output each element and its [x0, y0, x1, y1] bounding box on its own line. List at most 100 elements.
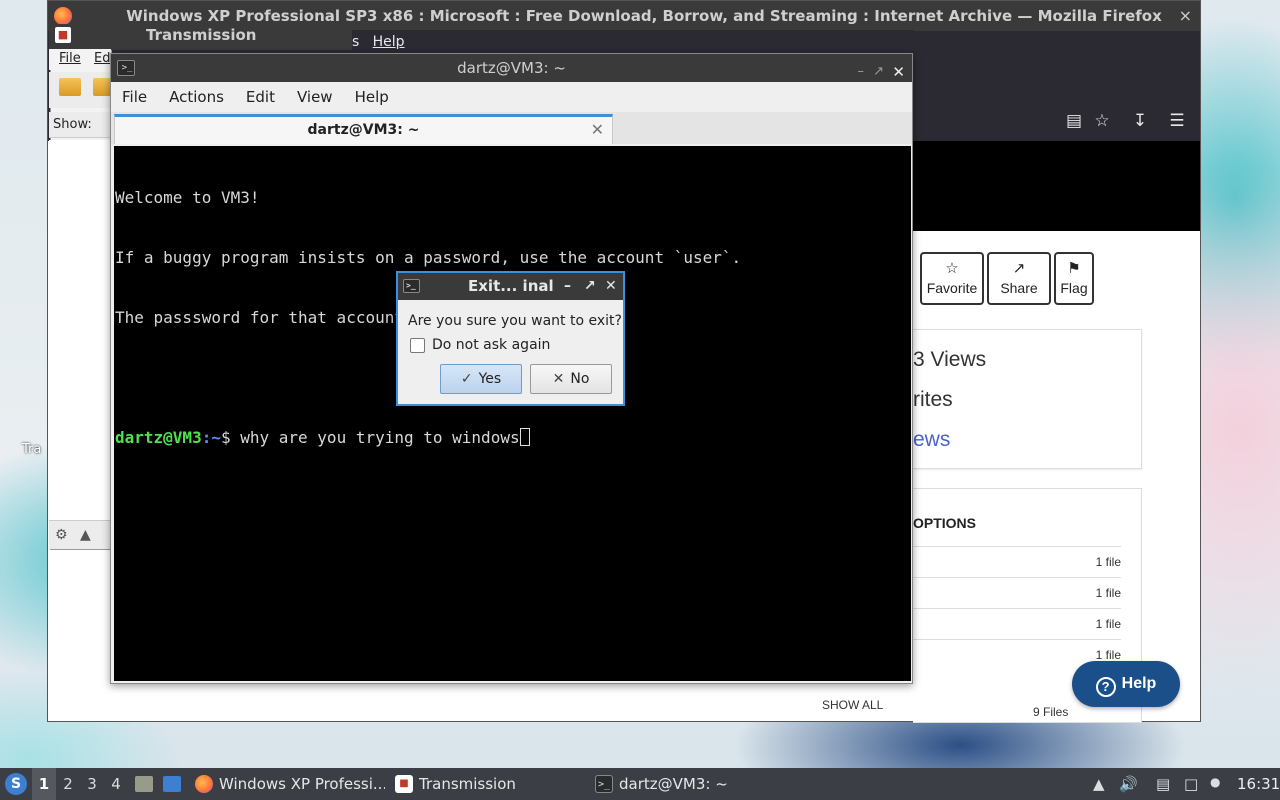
transmission-icon: ■	[55, 27, 71, 43]
workspace-2[interactable]: 2	[56, 768, 80, 800]
terminal-icon: >_	[117, 60, 135, 76]
transmission-menubar-right: s Help	[352, 30, 914, 54]
show-all-link[interactable]: SHOW ALL	[822, 698, 883, 712]
no-button[interactable]: ✕ No	[530, 364, 612, 394]
taskbar: S 1 2 3 4 Windows XP Professi... ■ Trans…	[0, 768, 1280, 800]
terminal-tab[interactable]: dartz@VM3: ~ ✕	[114, 114, 613, 144]
help-button[interactable]: ? Help	[1072, 661, 1180, 707]
terminal-window-title: dartz@VM3: ~	[457, 59, 566, 77]
menu-help[interactable]: Help	[344, 82, 400, 112]
transmission-titlebar[interactable]: ■ Transmission	[49, 24, 352, 50]
download-row[interactable]: 1 file	[913, 546, 1121, 577]
open-folder-icon[interactable]	[59, 78, 81, 96]
do-not-ask-label[interactable]: Do not ask again	[432, 337, 550, 353]
hamburger-menu-icon[interactable]: ☰	[1167, 111, 1187, 131]
transmission-menu-file[interactable]: File	[59, 51, 81, 66]
transmission-menubar: File Ed	[49, 49, 111, 70]
workspace-1[interactable]: 1	[32, 768, 56, 800]
volume-icon[interactable]: 🔊	[1119, 775, 1138, 793]
transmission-menu-edit[interactable]: Ed	[94, 51, 110, 66]
transmission-statusbar: ⚙ ▲	[49, 520, 111, 549]
prompt-symbol: $	[220, 428, 241, 447]
question-icon: ?	[1095, 677, 1116, 697]
help-label: Help	[1121, 675, 1157, 692]
preferences-gear-icon[interactable]: ⚙	[55, 527, 68, 543]
firefox-close-button[interactable]: ×	[1179, 6, 1192, 25]
terminal-tabbar: dartz@VM3: ~ ✕	[111, 112, 912, 144]
views-count: 3 Views	[913, 348, 987, 371]
clock[interactable]: 16:31	[1237, 768, 1280, 800]
yes-button[interactable]: ✓ Yes	[440, 364, 522, 394]
flag-label: Flag	[1060, 280, 1088, 296]
dialog-titlebar[interactable]: >_ Exit... inal – ↗ ✕	[398, 273, 623, 300]
terminal-line: If a buggy program insists on a password…	[115, 248, 742, 267]
file-count: 9 Files	[1033, 705, 1069, 719]
show-filter-label: Show:	[53, 117, 92, 132]
favorites-count: rites	[913, 388, 953, 411]
flag-icon: ⚑	[1067, 260, 1081, 277]
transmission-toolbar	[49, 72, 115, 108]
flag-button[interactable]: ⚑ Flag	[1054, 252, 1094, 305]
minimize-icon[interactable]: –	[564, 273, 571, 300]
turtle-speed-icon[interactable]: ▲	[80, 527, 91, 543]
transmission-window-title: Transmission	[146, 26, 257, 44]
show-desktop-icon[interactable]	[163, 776, 181, 792]
terminal-titlebar[interactable]: >_ dartz@VM3: ~ – ↗ ✕	[111, 54, 912, 82]
menu-actions[interactable]: Actions	[158, 82, 235, 112]
task-label: Transmission	[419, 775, 516, 793]
file-manager-icon[interactable]	[135, 776, 153, 792]
tray-up-arrow-icon[interactable]: ▲	[1093, 775, 1105, 793]
do-not-ask-checkbox[interactable]	[410, 338, 425, 353]
no-label: No	[570, 371, 590, 387]
notification-icon[interactable]: ●	[1210, 775, 1220, 789]
task-terminal[interactable]: >_ dartz@VM3: ~	[593, 770, 783, 798]
transmission-icon: ■	[395, 775, 413, 793]
star-icon: ☆	[945, 260, 959, 277]
menu-edit[interactable]: Edit	[235, 82, 286, 112]
workspace-3[interactable]: 3	[80, 768, 104, 800]
torrent-list[interactable]	[49, 140, 111, 520]
transmission-menu-view-fragment[interactable]: s	[352, 34, 359, 50]
typed-command: why are you trying to windows	[240, 428, 520, 447]
firefox-window-title: Windows XP Professional SP3 x86 : Micros…	[126, 7, 1162, 25]
clipboard-icon[interactable]: □	[1184, 775, 1198, 793]
task-label: Windows XP Professi...	[219, 775, 385, 793]
desktop-icon-label[interactable]: Tra	[22, 442, 41, 457]
terminal-tab-title: dartz@VM3: ~	[307, 122, 420, 138]
terminal-output[interactable]: Welcome to VM3! If a buggy program insis…	[114, 146, 911, 681]
favorite-label: Favorite	[926, 280, 978, 296]
favorite-button[interactable]: ☆ Favorite	[920, 252, 984, 305]
reader-view-icon[interactable]: ▤	[1064, 111, 1084, 131]
terminal-prompt-line: dartz@VM3:~$ why are you trying to windo…	[115, 428, 910, 448]
download-row[interactable]: 1 file	[913, 577, 1121, 608]
menu-file[interactable]: File	[111, 82, 158, 112]
start-menu-icon[interactable]: S	[5, 773, 27, 795]
task-label: dartz@VM3: ~	[619, 775, 728, 793]
yes-label: Yes	[478, 371, 502, 387]
transmission-menu-help[interactable]: Help	[373, 34, 405, 50]
tab-close-icon[interactable]: ✕	[591, 117, 604, 143]
task-firefox[interactable]: Windows XP Professi...	[193, 770, 385, 798]
share-button[interactable]: ↗ Share	[987, 252, 1051, 305]
exit-confirm-dialog: >_ Exit... inal – ↗ ✕ Are you sure you w…	[396, 271, 625, 406]
x-icon: ✕	[552, 371, 565, 387]
check-icon: ✓	[460, 371, 473, 387]
menu-view[interactable]: View	[286, 82, 344, 112]
task-transmission[interactable]: ■ Transmission	[393, 770, 583, 798]
workspace-4[interactable]: 4	[104, 768, 128, 800]
terminal-menubar: File Actions Edit View Help	[111, 82, 912, 112]
network-icon[interactable]: ▤	[1156, 775, 1170, 793]
prompt-path: :~	[201, 428, 221, 447]
download-row[interactable]: 1 file	[913, 608, 1121, 639]
share-icon: ↗	[1012, 260, 1026, 277]
download-options-title: OPTIONS	[913, 515, 977, 531]
transmission-filter-bar: Show: A	[49, 112, 111, 161]
firefox-icon	[54, 7, 72, 25]
close-icon[interactable]: ✕	[605, 273, 617, 300]
bookmark-star-icon[interactable]: ☆	[1092, 111, 1112, 131]
dialog-title: Exit... inal	[468, 277, 554, 295]
maximize-icon[interactable]: ↗	[584, 273, 596, 300]
downloads-icon[interactable]: ↧	[1130, 111, 1150, 131]
terminal-line: Welcome to VM3!	[115, 188, 260, 207]
reviews-link[interactable]: ews	[913, 428, 950, 452]
